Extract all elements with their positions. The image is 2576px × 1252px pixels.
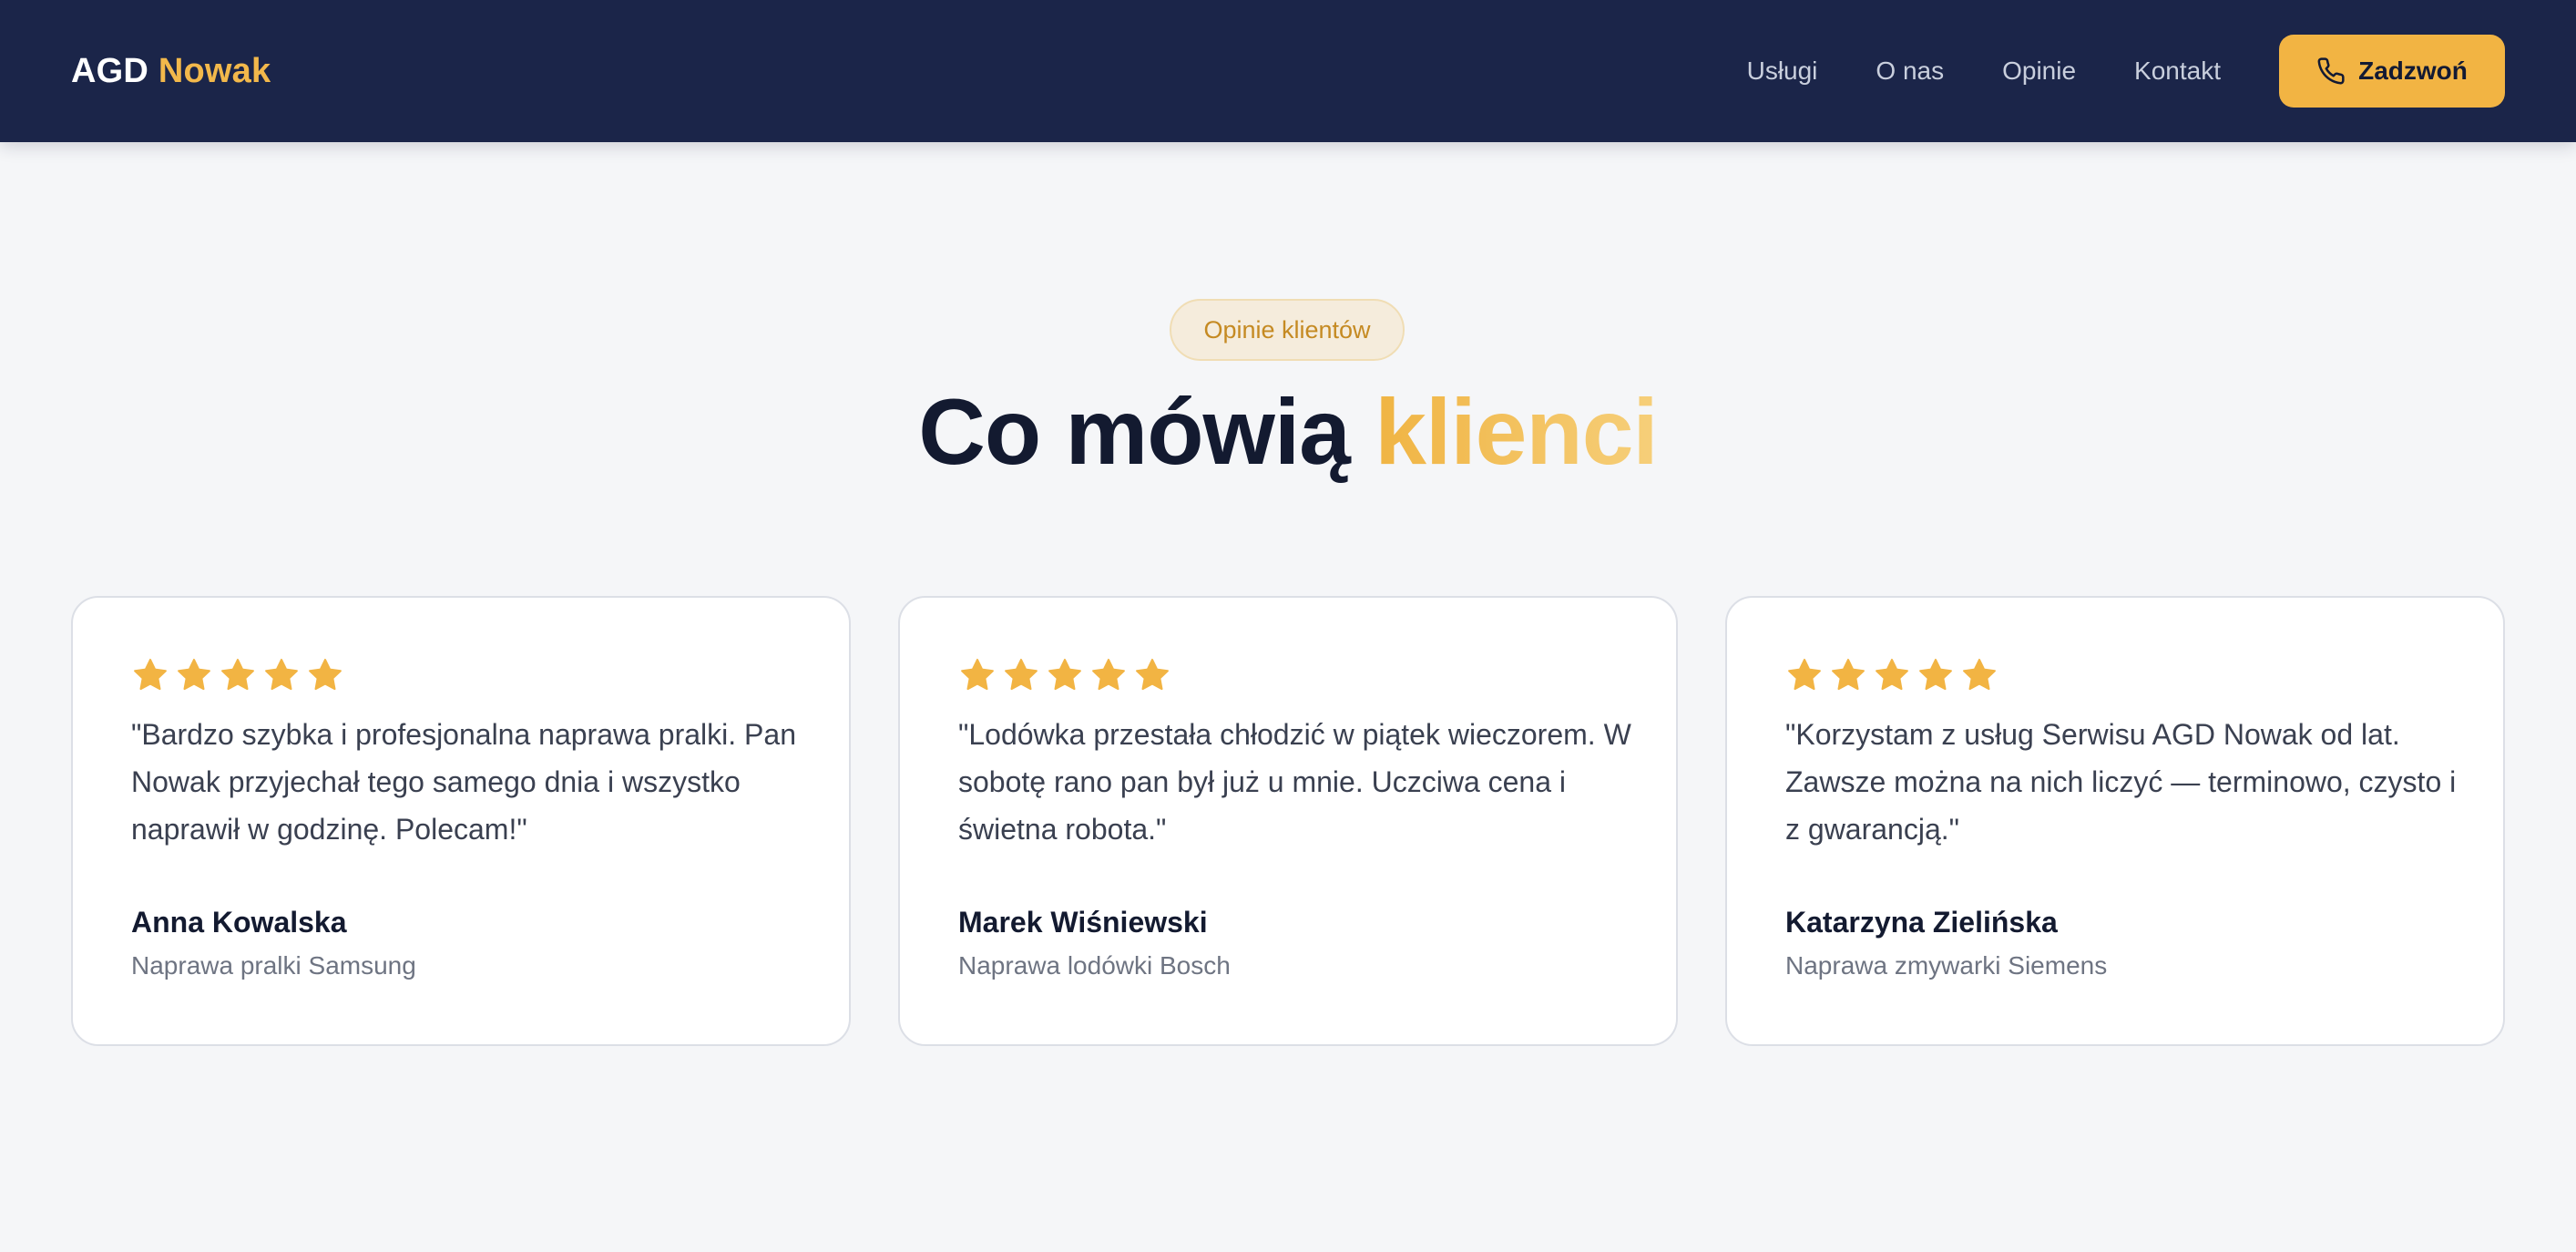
star-icon	[1960, 656, 1998, 694]
testimonial-service: Naprawa lodówki Bosch	[958, 951, 1231, 980]
main-nav: Usługi O nas Opinie Kontakt Zadzwoń	[1747, 35, 2505, 108]
nav-link-contact[interactable]: Kontakt	[2134, 56, 2221, 86]
call-button-label: Zadzwoń	[2358, 56, 2468, 85]
section-badge: Opinie klientów	[1170, 299, 1405, 361]
section-title: Co mówią klienci	[0, 381, 2576, 483]
testimonial-card: "Lodówka przestała chłodzić w piątek wie…	[898, 596, 1678, 1046]
testimonials-section: Opinie klientów Co mówią klienci "Bardzo…	[0, 142, 2576, 1252]
nav-link-reviews[interactable]: Opinie	[2002, 56, 2076, 86]
star-icon	[1829, 656, 1867, 694]
nav-link-services[interactable]: Usługi	[1747, 56, 1818, 86]
call-button[interactable]: Zadzwoń	[2279, 35, 2505, 108]
testimonial-quote: "Bardzo szybka i profesjonalna naprawa p…	[131, 718, 796, 846]
star-icon	[131, 656, 169, 694]
testimonial-author: Anna Kowalska	[131, 906, 347, 939]
section-title-main: Co mówią	[918, 380, 1375, 484]
phone-icon	[2317, 57, 2345, 85]
star-icon	[1785, 656, 1824, 694]
testimonial-card: "Bardzo szybka i profesjonalna naprawa p…	[71, 596, 851, 1046]
star-rating	[1785, 656, 2445, 694]
star-icon	[1089, 656, 1128, 694]
star-icon	[175, 656, 213, 694]
testimonial-quote: "Lodówka przestała chłodzić w piątek wie…	[958, 718, 1631, 846]
testimonial-service: Naprawa pralki Samsung	[131, 951, 416, 980]
logo[interactable]: AGD Nowak	[71, 52, 271, 91]
logo-accent: Nowak	[158, 51, 271, 90]
star-icon	[306, 656, 344, 694]
section-title-accent: klienci	[1375, 380, 1659, 484]
star-rating	[131, 656, 791, 694]
testimonial-list: "Bardzo szybka i profesjonalna naprawa p…	[71, 596, 2505, 1046]
star-icon	[1133, 656, 1171, 694]
star-icon	[219, 656, 257, 694]
star-icon	[1002, 656, 1040, 694]
testimonial-author: Marek Wiśniewski	[958, 906, 1208, 939]
star-icon	[1873, 656, 1911, 694]
nav-link-about[interactable]: O nas	[1876, 56, 1944, 86]
star-icon	[262, 656, 301, 694]
star-icon	[1046, 656, 1084, 694]
logo-main: AGD	[71, 51, 149, 90]
testimonial-service: Naprawa zmywarki Siemens	[1785, 951, 2108, 980]
star-icon	[1917, 656, 1955, 694]
star-rating	[958, 656, 1618, 694]
star-icon	[958, 656, 997, 694]
navbar: AGD Nowak Usługi O nas Opinie Kontakt Za…	[0, 0, 2576, 142]
testimonial-card: "Korzystam z usług Serwisu AGD Nowak od …	[1725, 596, 2505, 1046]
testimonial-quote: "Korzystam z usług Serwisu AGD Nowak od …	[1785, 718, 2457, 846]
testimonial-author: Katarzyna Zielińska	[1785, 906, 2058, 939]
